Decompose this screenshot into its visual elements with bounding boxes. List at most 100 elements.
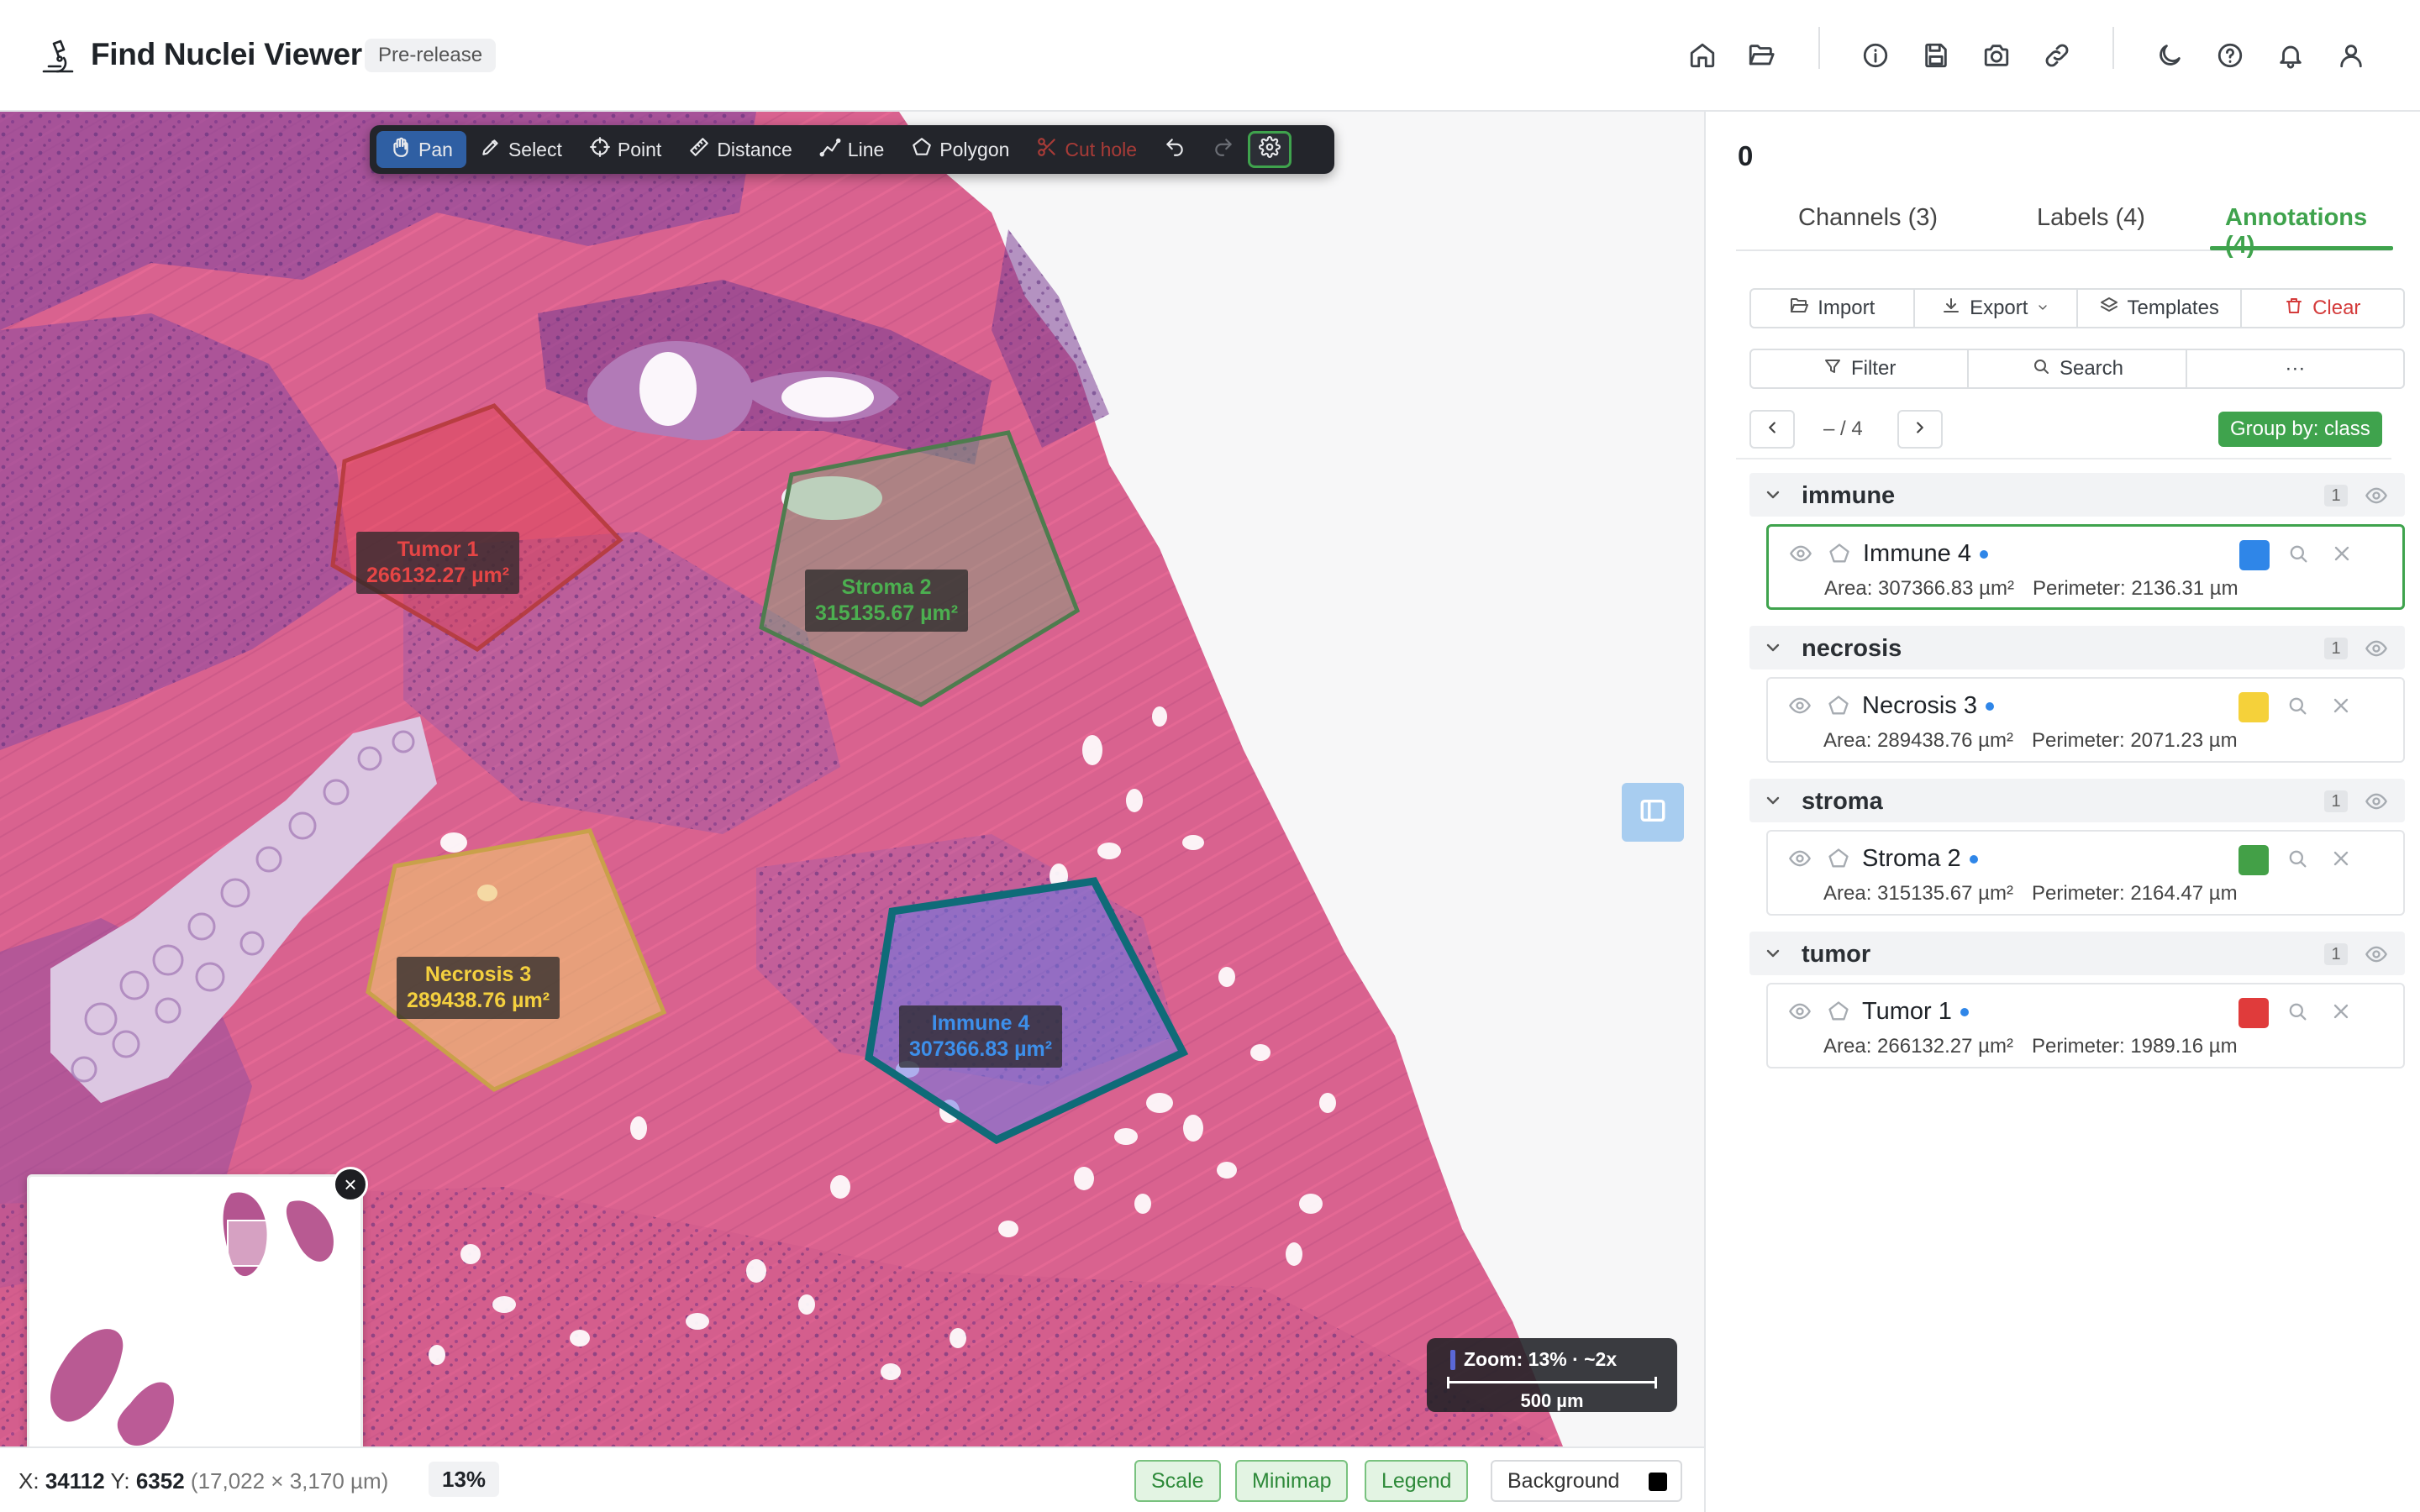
undo-button[interactable] <box>1150 131 1199 168</box>
eye-icon[interactable] <box>2365 942 2388 966</box>
zoom-readout: Zoom: 13% · ~2x <box>1450 1348 1617 1371</box>
group-header-stroma[interactable]: stroma 1 <box>1749 779 2405 822</box>
download-icon <box>1941 296 1961 322</box>
save-icon[interactable] <box>1918 37 1954 74</box>
redo-button[interactable] <box>1199 131 1248 168</box>
eye-icon[interactable] <box>1788 847 1812 870</box>
chevron-down-icon[interactable] <box>1763 943 1783 963</box>
chevron-down-icon[interactable] <box>1763 638 1783 658</box>
minimap-close-button[interactable]: × <box>333 1167 368 1202</box>
group-header-immune[interactable]: immune 1 <box>1749 473 2405 517</box>
info-icon[interactable] <box>1857 37 1894 74</box>
panel-toggle-button[interactable] <box>1622 783 1684 842</box>
export-button[interactable]: Export <box>1915 290 2078 327</box>
chevron-down-icon[interactable] <box>1763 790 1783 811</box>
tool-pan[interactable]: Pan <box>376 131 466 168</box>
clear-button[interactable]: Clear <box>2242 290 2404 327</box>
tool-select[interactable]: Select <box>466 131 576 168</box>
more-button[interactable]: ··· <box>2187 350 2403 387</box>
background-button[interactable]: Background <box>1491 1460 1682 1502</box>
scissors-icon <box>1036 136 1058 163</box>
minimap-toggle[interactable]: Minimap <box>1235 1460 1349 1502</box>
next-page-button[interactable] <box>1897 410 1943 449</box>
zoom-level: 13% <box>429 1462 500 1497</box>
annotation-label-tumor: Tumor 1 266132.27 µm² <box>356 532 520 594</box>
gear-icon <box>1259 136 1281 163</box>
scale-toggle[interactable]: Scale <box>1134 1460 1221 1502</box>
zoom-to-icon[interactable] <box>2286 1000 2309 1023</box>
legend-toggle[interactable]: Legend <box>1365 1460 1469 1502</box>
search-button[interactable]: Search <box>1969 350 2187 387</box>
slide-viewer[interactable]: Tumor 1 266132.27 µm² Stroma 2 315135.67 µ… <box>0 112 1704 1446</box>
annotation-label-immune: Immune 4 307366.83 µm² <box>899 1005 1063 1068</box>
eye-icon[interactable] <box>2365 484 2388 507</box>
zoom-to-icon[interactable] <box>2286 847 2309 870</box>
eye-icon[interactable] <box>1789 542 1812 565</box>
eye-icon[interactable] <box>2365 637 2388 660</box>
tab-labels[interactable]: Labels (4) <box>2037 204 2145 232</box>
eye-icon[interactable] <box>2365 790 2388 813</box>
delete-icon[interactable] <box>2330 542 2354 565</box>
filter-button[interactable]: Filter <box>1751 350 1970 387</box>
tool-polygon[interactable]: Polygon <box>897 131 1023 168</box>
bell-icon[interactable] <box>2272 37 2309 74</box>
chevron-down-icon <box>2036 297 2049 320</box>
group-count: 1 <box>2324 485 2348 507</box>
sidebar-icon <box>1639 796 1667 829</box>
folder-open-icon[interactable] <box>1743 37 1780 74</box>
previous-page-button[interactable] <box>1749 410 1795 449</box>
status-dot <box>1979 549 1988 559</box>
import-button[interactable]: Import <box>1751 290 1915 327</box>
tab-channels[interactable]: Channels (3) <box>1798 204 1938 232</box>
templates-button[interactable]: Templates <box>2078 290 2242 327</box>
filter-row: Filter Search ··· <box>1749 349 2405 389</box>
panel-count: 0 <box>1738 140 1754 171</box>
help-icon[interactable] <box>2212 37 2249 74</box>
app-header: Find Nuclei Viewer Pre-release <box>0 0 2420 112</box>
zoom-to-icon[interactable] <box>2286 694 2309 717</box>
annotation-item-stroma-2[interactable]: Stroma 2 Area: 315135.67 µm² Perimeter: 2… <box>1766 830 2405 916</box>
pencil-icon <box>480 136 502 163</box>
annotation-name: Stroma 2 <box>1862 845 1978 873</box>
group-count: 1 <box>2324 638 2348 659</box>
tab-annotations[interactable]: Annotations (4) <box>2225 204 2391 260</box>
group-header-necrosis[interactable]: necrosis 1 <box>1749 626 2405 669</box>
microscope-icon <box>39 36 77 75</box>
tool-cut-hole[interactable]: Cut hole <box>1023 131 1150 168</box>
layers-icon <box>2099 296 2119 322</box>
group-header-tumor[interactable]: tumor 1 <box>1749 932 2405 975</box>
delete-icon[interactable] <box>2329 1000 2353 1023</box>
color-swatch[interactable] <box>2239 540 2270 570</box>
minimap[interactable] <box>27 1174 363 1446</box>
link-icon[interactable] <box>2039 37 2075 74</box>
chevron-down-icon[interactable] <box>1763 485 1783 505</box>
group-by-button[interactable]: Group by: class <box>2218 412 2382 447</box>
tool-line[interactable]: Line <box>806 131 897 168</box>
pentagon-icon <box>1827 694 1850 717</box>
color-swatch[interactable] <box>2238 845 2269 875</box>
annotation-name: Necrosis 3 <box>1862 692 1994 720</box>
delete-icon[interactable] <box>2329 694 2353 717</box>
color-swatch[interactable] <box>2238 692 2269 722</box>
trash-icon <box>2284 296 2304 322</box>
active-tab-indicator <box>2210 246 2393 250</box>
tool-point[interactable]: Point <box>576 131 675 168</box>
eye-icon[interactable] <box>1788 694 1812 717</box>
settings-button[interactable] <box>1248 131 1292 168</box>
annotation-item-tumor-1[interactable]: Tumor 1 Area: 266132.27 µm² Perimeter: 19… <box>1766 983 2405 1068</box>
tool-distance[interactable]: Distance <box>675 131 805 168</box>
camera-icon[interactable] <box>1978 37 2015 74</box>
annotation-item-necrosis-3[interactable]: Necrosis 3 Area: 289438.76 µm² Perimeter:… <box>1766 677 2405 763</box>
zoom-to-icon[interactable] <box>2286 542 2310 565</box>
annotation-item-immune-4[interactable]: Immune 4 Area: 307366.83 µm² Perimeter: 2… <box>1766 524 2405 610</box>
home-icon[interactable] <box>1684 37 1721 74</box>
cursor-coordinates: X: 34112 Y: 6352 (17,022 × 3,170 µm) <box>18 1468 389 1494</box>
user-icon[interactable] <box>2333 37 2370 74</box>
minimap-thumbnail <box>50 1192 334 1446</box>
color-swatch[interactable] <box>2238 998 2269 1028</box>
moon-icon[interactable] <box>2151 37 2188 74</box>
chevron-left-icon <box>1763 418 1781 441</box>
eye-icon[interactable] <box>1788 1000 1812 1023</box>
more-icon: ··· <box>2285 357 2306 380</box>
delete-icon[interactable] <box>2329 847 2353 870</box>
